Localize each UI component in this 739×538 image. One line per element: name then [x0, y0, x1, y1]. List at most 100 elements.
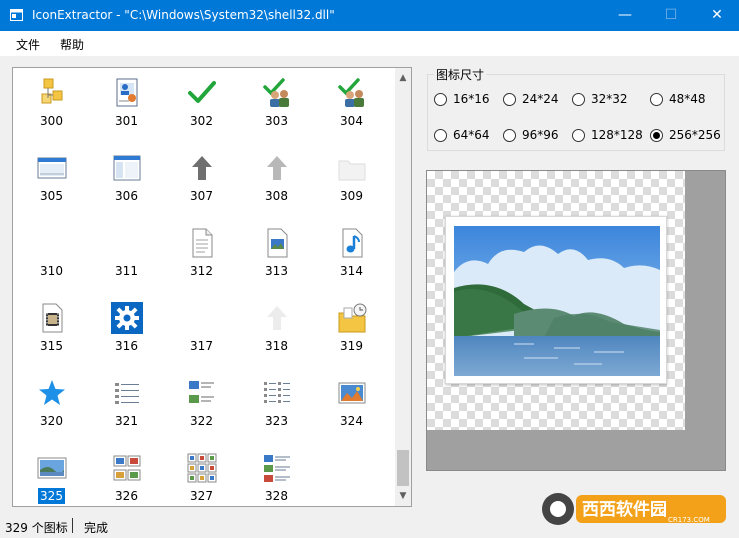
status-separator	[72, 518, 73, 533]
radio-circle[interactable]	[650, 129, 663, 142]
icon-item-317[interactable]: 317	[164, 298, 239, 373]
icon-number-label: 303	[265, 114, 288, 128]
icon-item-319[interactable]: 319	[314, 298, 389, 373]
icon-item-300[interactable]: 300	[14, 73, 89, 148]
icon-item-313[interactable]: 313	[239, 223, 314, 298]
icon-item-306[interactable]: 306	[89, 148, 164, 223]
radio-label: 256*256	[669, 128, 721, 142]
folder-faded-icon	[338, 160, 366, 181]
icon-number-label: 314	[340, 264, 363, 278]
icon-number-label: 322	[190, 414, 213, 428]
icon-item-309[interactable]: 309	[314, 148, 389, 223]
icon-number-label: 300	[40, 114, 63, 128]
icon-number-label: 308	[265, 189, 288, 203]
thumbnail-grid-icon	[187, 453, 217, 483]
title-bar: IconExtractor - "C:\Windows\System32\she…	[0, 0, 739, 31]
watermark-text: 西西软件园	[582, 499, 667, 520]
landscape-photo-preview-icon	[445, 216, 667, 384]
icon-item-316[interactable]: 316	[89, 298, 164, 373]
radio-circle[interactable]	[503, 129, 516, 142]
menu-file[interactable]: 文件	[16, 36, 40, 53]
radio-circle[interactable]	[572, 129, 585, 142]
radio-circle[interactable]	[434, 129, 447, 142]
icon-item-302[interactable]: 302	[164, 73, 239, 148]
icon-number-label: 319	[340, 339, 363, 353]
window-title: IconExtractor - "C:\Windows\System32\she…	[32, 8, 335, 22]
radio-label: 32*32	[591, 92, 628, 106]
radio-circle[interactable]	[434, 93, 447, 106]
icon-number-label: 328	[265, 489, 288, 503]
icon-item-318[interactable]: 318	[239, 298, 314, 373]
icon-item-304[interactable]: 304	[314, 73, 389, 148]
icon-list-scrollbar[interactable]: ▲ ▼	[395, 68, 411, 506]
icon-size-group: 图标尺寸 16*16 24*24 32*32 48*48 64*64 96*96 128*1…	[427, 66, 725, 151]
icon-item-326[interactable]: 326	[89, 448, 164, 506]
up-arrow-icon	[192, 156, 212, 180]
watermark-url: CR173.COM	[668, 516, 710, 524]
radio-circle[interactable]	[572, 93, 585, 106]
icon-item-327[interactable]: 327	[164, 448, 239, 506]
blank-icon	[111, 227, 143, 259]
details-view-icon	[115, 383, 139, 404]
icon-number-label: 309	[340, 189, 363, 203]
scroll-thumb[interactable]	[397, 450, 409, 486]
icon-number-label: 320	[40, 414, 63, 428]
icon-item-312[interactable]: 312	[164, 223, 239, 298]
small-thumbnails-icon	[113, 455, 141, 481]
app-window-icon	[10, 9, 23, 21]
icon-item-303[interactable]: 303	[239, 73, 314, 148]
icon-item-314[interactable]: 314	[314, 223, 389, 298]
user-document-icon	[116, 78, 138, 107]
icon-number-label: 316	[115, 339, 138, 353]
icon-number-label: 310	[40, 264, 63, 278]
icon-item-305[interactable]: 305	[14, 148, 89, 223]
scroll-down-arrow-icon[interactable]: ▼	[395, 488, 411, 504]
icon-list[interactable]: 300 301 302 303 304 305 306 307 308 309 310 311 312 3…	[12, 67, 412, 507]
icon-number-label: 318	[265, 339, 288, 353]
radio-label: 24*24	[522, 92, 559, 106]
content-view-icon	[264, 455, 290, 482]
icon-item-328[interactable]: 328	[239, 448, 314, 506]
icon-item-321[interactable]: 321	[89, 373, 164, 448]
icon-item-324[interactable]: 324	[314, 373, 389, 448]
image-document-icon	[267, 228, 288, 258]
icon-number-label: 313	[265, 264, 288, 278]
icon-item-301[interactable]: 301	[89, 73, 164, 148]
radio-circle[interactable]	[503, 93, 516, 106]
icon-item-323[interactable]: 323	[239, 373, 314, 448]
icon-item-310[interactable]: 310	[14, 223, 89, 298]
radio-circle[interactable]	[650, 93, 663, 106]
users-checkmark-icon	[263, 78, 289, 107]
radio-label: 64*64	[453, 128, 490, 142]
icon-item-325[interactable]: 325	[14, 448, 89, 506]
icon-item-320[interactable]: 320	[14, 373, 89, 448]
icon-number-label: 305	[40, 189, 63, 203]
icon-number-label: 321	[115, 414, 138, 428]
minimize-button[interactable]: —	[602, 0, 648, 31]
window-columns-icon	[113, 155, 141, 181]
icon-number-label: 327	[190, 489, 213, 503]
icon-number-label: 324	[340, 414, 363, 428]
list-view-icon	[264, 382, 290, 403]
icon-item-322[interactable]: 322	[164, 373, 239, 448]
icon-number-label: 306	[115, 189, 138, 203]
photo-thumbnail-icon	[37, 457, 67, 479]
close-button[interactable]: ✕	[694, 0, 739, 31]
transparency-checkerboard	[427, 171, 685, 430]
users-checkmark-icon	[338, 78, 364, 107]
scroll-up-arrow-icon[interactable]: ▲	[395, 70, 411, 86]
radio-label: 96*96	[522, 128, 559, 142]
scheduled-folder-icon	[338, 303, 367, 333]
icon-item-307[interactable]: 307	[164, 148, 239, 223]
radio-label: 16*16	[453, 92, 490, 106]
maximize-button[interactable]: ☐	[648, 0, 694, 31]
icon-item-308[interactable]: 308	[239, 148, 314, 223]
icon-item-315[interactable]: 315	[14, 298, 89, 373]
icon-number-label: 312	[190, 264, 213, 278]
window-pane-icon	[37, 157, 67, 179]
site-watermark-logo: 西西软件园 CR173.COM	[542, 493, 726, 525]
icon-item-311[interactable]: 311	[89, 223, 164, 298]
music-document-icon	[342, 228, 363, 258]
icon-number-label: 302	[190, 114, 213, 128]
menu-help[interactable]: 帮助	[60, 36, 84, 53]
